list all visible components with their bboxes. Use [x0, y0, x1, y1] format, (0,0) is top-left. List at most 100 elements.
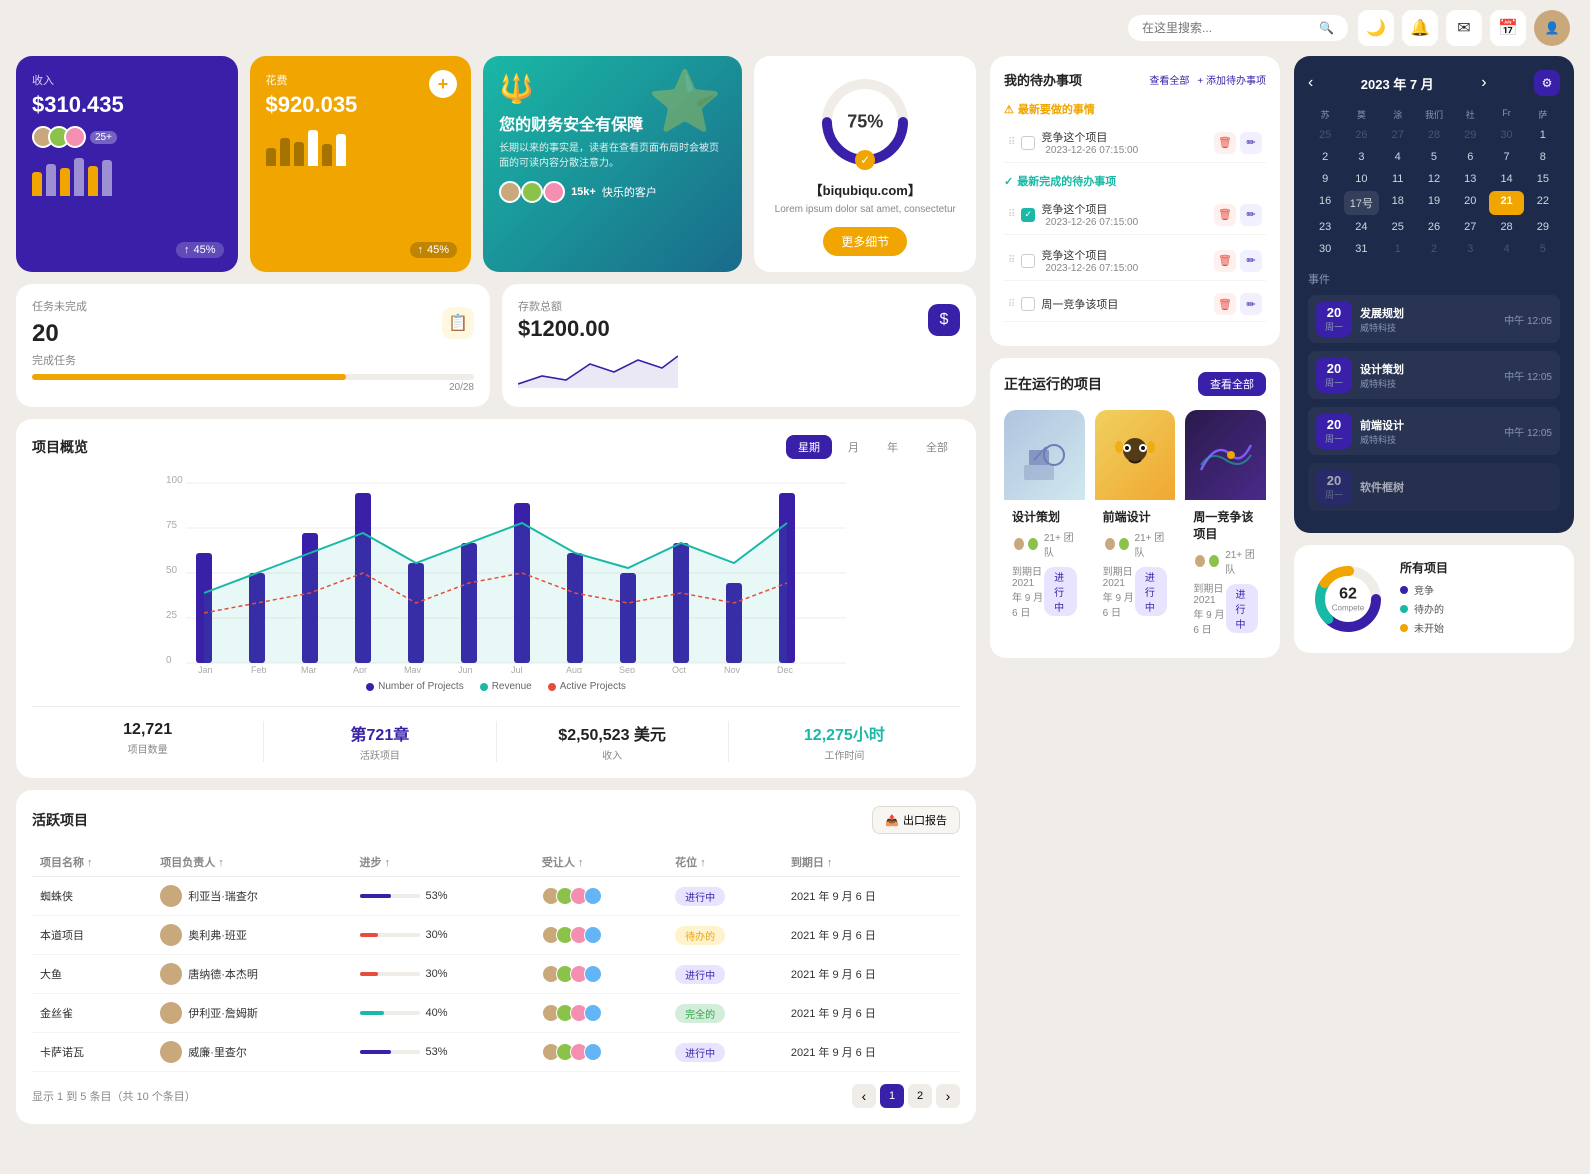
svg-text:Sep: Sep — [619, 665, 635, 673]
cal-day-nm-2[interactable]: 2 — [1417, 239, 1451, 259]
cal-day-pm-26[interactable]: 26 — [1344, 125, 1378, 145]
cal-day-pm-28[interactable]: 28 — [1417, 125, 1451, 145]
view-all-link[interactable]: 查看全部 — [1149, 72, 1189, 87]
main-content: 收入 $310.435 25+ ↑ — [0, 56, 1590, 1140]
cal-day-pm-25[interactable]: 25 — [1308, 125, 1342, 145]
cal-day-25[interactable]: 25 — [1381, 217, 1415, 237]
cal-day-9[interactable]: 9 — [1308, 169, 1342, 189]
event-2-day: 20 — [1324, 361, 1344, 376]
todo-checkbox-1[interactable] — [1021, 136, 1035, 150]
theme-toggle[interactable]: 🌙 — [1358, 10, 1394, 46]
cal-day-nm-5[interactable]: 5 — [1526, 239, 1560, 259]
mail-icon[interactable]: ✉ — [1446, 10, 1482, 46]
todo-date-1: 2023-12-26 07:15:00 — [1045, 145, 1214, 156]
cal-day-19[interactable]: 19 — [1417, 191, 1451, 215]
cal-day-20[interactable]: 20 — [1453, 191, 1487, 215]
page-1-button[interactable]: 1 — [880, 1084, 904, 1108]
cell-name: 大鱼 — [32, 955, 152, 994]
cal-day-nm-3[interactable]: 3 — [1453, 239, 1487, 259]
cal-day-14[interactable]: 14 — [1489, 169, 1523, 189]
delete-todo-2[interactable]: 🗑 — [1214, 204, 1236, 226]
cal-day-15[interactable]: 15 — [1526, 169, 1560, 189]
cal-day-27[interactable]: 27 — [1453, 217, 1487, 237]
cal-day-17[interactable]: 17号 — [1344, 191, 1378, 215]
cal-day-7[interactable]: 7 — [1489, 147, 1523, 167]
page-2-button[interactable]: 2 — [908, 1084, 932, 1108]
calendar-settings-button[interactable]: ⚙ — [1534, 70, 1560, 96]
legend-projects: Number of Projects — [366, 681, 464, 692]
cal-day-22[interactable]: 22 — [1526, 191, 1560, 215]
cal-day-5[interactable]: 5 — [1417, 147, 1451, 167]
cal-day-pm-30[interactable]: 30 — [1489, 125, 1523, 145]
add-expense-button[interactable]: + — [429, 70, 457, 98]
search-box[interactable]: 🔍 — [1128, 15, 1348, 41]
cal-day-30[interactable]: 30 — [1308, 239, 1342, 259]
cal-day-10[interactable]: 10 — [1344, 169, 1378, 189]
edit-todo-2[interactable]: ✏ — [1240, 204, 1262, 226]
calendar-icon[interactable]: 📅 — [1490, 10, 1526, 46]
edit-todo-3[interactable]: ✏ — [1240, 250, 1262, 272]
todo-checkbox-3[interactable] — [1021, 254, 1035, 268]
col-name: 项目名称 ↑ — [32, 848, 152, 877]
prev-page-button[interactable]: ‹ — [852, 1084, 876, 1108]
table-row: 卡萨诺瓦 威廉·里查尔 53% 进行中 2021 年 9 月 6 日 — [32, 1033, 960, 1072]
todo-checkbox-2[interactable]: ✓ — [1021, 208, 1035, 222]
site-desc: Lorem ipsum dolor sat amet, consectetur — [775, 203, 956, 217]
bar-4 — [74, 158, 84, 196]
cal-day-4[interactable]: 4 — [1381, 147, 1415, 167]
add-todo-link[interactable]: + 添加待办事项 — [1197, 72, 1266, 87]
notifications-icon[interactable]: 🔔 — [1402, 10, 1438, 46]
cal-day-26[interactable]: 26 — [1417, 217, 1451, 237]
revenue-card: 收入 $310.435 25+ ↑ — [16, 56, 238, 272]
cal-day-24[interactable]: 24 — [1344, 217, 1378, 237]
cal-day-2[interactable]: 2 — [1308, 147, 1342, 167]
cal-day-16[interactable]: 16 — [1308, 191, 1342, 215]
cal-day-8[interactable]: 8 — [1526, 147, 1560, 167]
cal-day-1[interactable]: 1 — [1526, 125, 1560, 145]
edit-todo-4[interactable]: ✏ — [1240, 293, 1262, 315]
cal-day-6[interactable]: 6 — [1453, 147, 1487, 167]
tab-all[interactable]: 全部 — [914, 435, 960, 459]
edit-todo-1[interactable]: ✏ — [1240, 132, 1262, 154]
delete-todo-1[interactable]: 🗑 — [1214, 132, 1236, 154]
tab-year[interactable]: 年 — [875, 435, 910, 459]
more-details-button[interactable]: 更多细节 — [823, 227, 907, 256]
cal-day-23[interactable]: 23 — [1308, 217, 1342, 237]
cal-day-13[interactable]: 13 — [1453, 169, 1487, 189]
cal-day-pm-27[interactable]: 27 — [1381, 125, 1415, 145]
export-button[interactable]: 📤 出口报告 — [872, 806, 960, 834]
tasks-count: 20 — [32, 320, 87, 348]
tab-week[interactable]: 星期 — [786, 435, 832, 459]
customer-count: 15k+ — [571, 186, 596, 198]
cal-day-11[interactable]: 11 — [1381, 169, 1415, 189]
cal-day-nm-4[interactable]: 4 — [1489, 239, 1523, 259]
cust-avatar-1 — [499, 181, 521, 203]
todo-checkbox-4[interactable] — [1021, 297, 1035, 311]
export-icon: 📤 — [885, 814, 899, 827]
cal-day-31[interactable]: 31 — [1344, 239, 1378, 259]
cal-day-28[interactable]: 28 — [1489, 217, 1523, 237]
delete-todo-3[interactable]: 🗑 — [1214, 250, 1236, 272]
todo-item-4-actions: 🗑 ✏ — [1214, 293, 1262, 315]
calendar-prev-button[interactable]: ‹ — [1308, 74, 1313, 92]
cal-day-3[interactable]: 3 — [1344, 147, 1378, 167]
legend-label-revenue: Revenue — [492, 681, 532, 692]
next-page-button[interactable]: › — [936, 1084, 960, 1108]
cal-header-we: 我们 — [1417, 106, 1451, 123]
team-count-2: 21+ 团队 — [1135, 529, 1168, 559]
cal-day-12[interactable]: 12 — [1417, 169, 1451, 189]
cal-day-29[interactable]: 29 — [1526, 217, 1560, 237]
project-image-2 — [1095, 410, 1176, 500]
team-avatar-1b — [1026, 536, 1040, 552]
search-input[interactable] — [1142, 21, 1311, 35]
svg-text:May: May — [404, 665, 422, 673]
user-avatar[interactable]: 👤 — [1534, 10, 1570, 46]
delete-todo-4[interactable]: 🗑 — [1214, 293, 1236, 315]
calendar-next-button[interactable]: › — [1481, 74, 1486, 92]
cal-day-pm-29[interactable]: 29 — [1453, 125, 1487, 145]
cal-day-nm-1[interactable]: 1 — [1381, 239, 1415, 259]
cal-day-21-today[interactable]: 21 — [1489, 191, 1523, 215]
cal-day-18[interactable]: 18 — [1381, 191, 1415, 215]
view-all-running-button[interactable]: 查看全部 — [1198, 372, 1266, 396]
tab-month[interactable]: 月 — [836, 435, 871, 459]
